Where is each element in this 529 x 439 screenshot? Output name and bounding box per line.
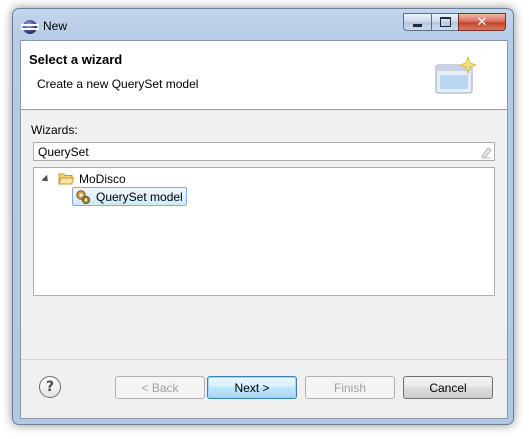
clear-filter-icon[interactable] — [479, 145, 493, 159]
tree-item-modisco[interactable]: MoDisco — [41, 170, 126, 187]
new-wizard-icon — [435, 55, 478, 94]
close-icon: ✕ — [476, 14, 488, 30]
dialog-window: New ✕ Select a wizard Create a new Query… — [12, 8, 514, 425]
tree-item-label: QuerySet model — [96, 189, 183, 204]
help-button[interactable]: ? — [39, 376, 61, 398]
finish-button[interactable]: Finish — [305, 376, 395, 399]
maximize-icon — [439, 17, 451, 27]
expand-toggle-icon[interactable] — [41, 174, 51, 184]
dialog-client-area: Select a wizard Create a new QuerySet mo… — [20, 40, 508, 419]
folder-open-icon — [58, 173, 74, 185]
tree-item-queryset-model[interactable]: QuerySet model — [72, 187, 187, 206]
help-icon: ? — [45, 379, 55, 395]
cancel-button[interactable]: Cancel — [403, 376, 493, 399]
close-button[interactable]: ✕ — [458, 13, 506, 31]
tree-item-label: MoDisco — [79, 171, 126, 186]
button-bar-separator — [21, 359, 507, 360]
wizard-filter-input[interactable] — [33, 142, 495, 161]
minimize-button[interactable] — [403, 13, 432, 31]
back-button[interactable]: < Back — [115, 376, 205, 399]
window-title: New — [43, 19, 68, 33]
banner-title: Select a wizard — [29, 52, 123, 67]
wizards-label: Wizards: — [31, 123, 78, 137]
next-button[interactable]: Next > — [207, 376, 297, 399]
eclipse-icon — [21, 20, 39, 34]
maximize-button[interactable] — [431, 13, 459, 31]
wizard-tree[interactable]: MoDisco QuerySet model — [33, 167, 495, 296]
queryset-model-icon — [76, 189, 91, 204]
minimize-icon — [413, 23, 422, 27]
wizard-banner: Select a wizard Create a new QuerySet mo… — [21, 41, 507, 110]
selection-highlight[interactable]: QuerySet model — [72, 187, 187, 206]
banner-subtitle: Create a new QuerySet model — [37, 77, 199, 91]
